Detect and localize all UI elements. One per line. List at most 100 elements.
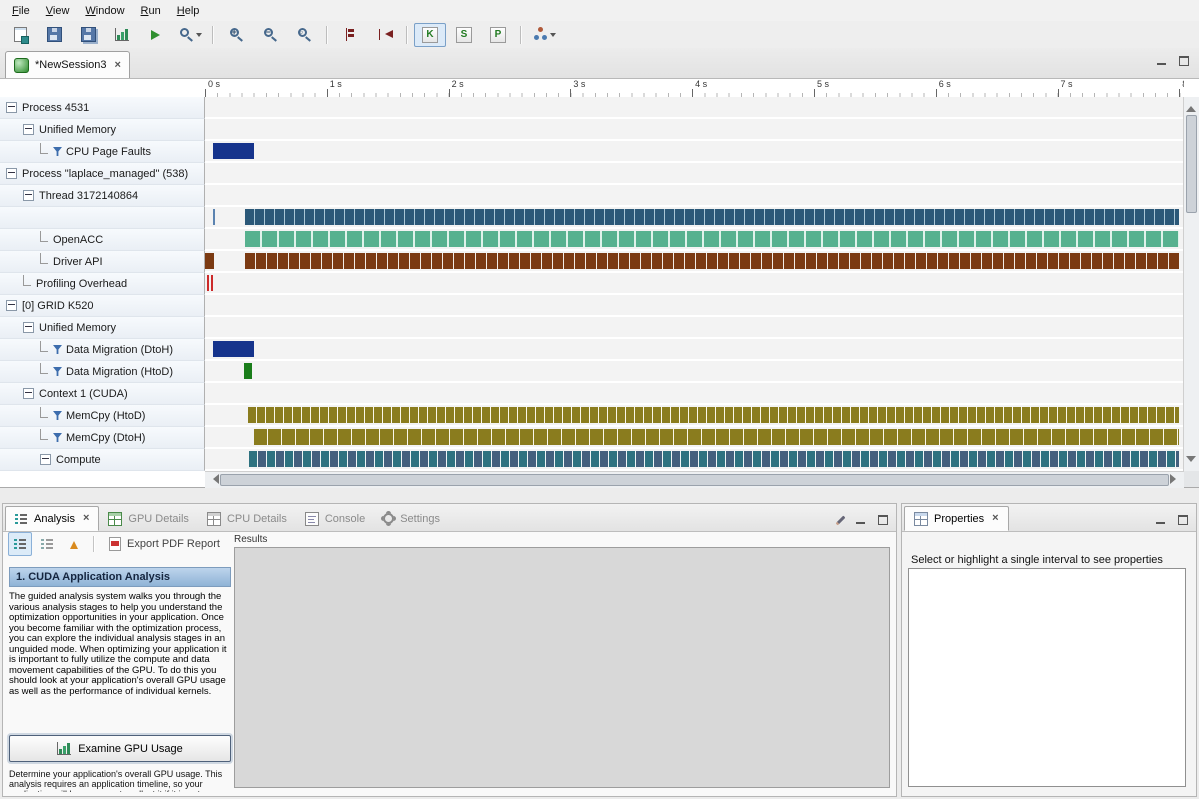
chart-button[interactable]: [106, 23, 138, 47]
close-icon[interactable]: [990, 513, 998, 524]
timeline-row-label[interactable]: Driver API: [0, 251, 205, 273]
collapse-toggle-icon[interactable]: [23, 388, 34, 399]
scroll-down-icon[interactable]: [1186, 456, 1196, 467]
new-session-button[interactable]: [4, 23, 36, 47]
close-icon[interactable]: [113, 60, 121, 71]
back-button[interactable]: [62, 532, 86, 556]
timeline-row-label[interactable]: Process "laplace_managed" (538): [0, 163, 205, 185]
timeline-row-label[interactable]: Unified Memory: [0, 317, 205, 339]
menu-item-file[interactable]: File: [4, 3, 38, 19]
next-marker-button[interactable]: [334, 23, 366, 47]
tab-session[interactable]: *NewSession3: [5, 51, 130, 78]
view-menu-icon[interactable]: [836, 515, 846, 525]
minimize-icon[interactable]: [1155, 55, 1169, 67]
timeline-row-label[interactable]: Thread 3172140864: [0, 185, 205, 207]
timeline-row-label[interactable]: Unified Memory: [0, 119, 205, 141]
collapse-toggle-icon[interactable]: [6, 102, 17, 113]
guided-analysis-button[interactable]: [8, 532, 32, 556]
zoom-out-button[interactable]: −: [254, 23, 286, 47]
search-settings-button[interactable]: [174, 23, 206, 47]
vertical-scroll-thumb[interactable]: [1186, 115, 1197, 213]
scroll-up-icon[interactable]: [1186, 101, 1196, 112]
timeline-interval[interactable]: [213, 209, 215, 225]
timeline-row-label[interactable]: CPU Page Faults: [0, 141, 205, 163]
unguided-analysis-button[interactable]: [35, 532, 59, 556]
timeline-track[interactable]: [205, 119, 1184, 141]
collapse-toggle-icon[interactable]: [6, 168, 17, 179]
timeline-interval[interactable]: [245, 253, 1179, 269]
export-pdf-button[interactable]: Export PDF Report: [102, 535, 227, 553]
timeline-track[interactable]: [205, 339, 1184, 361]
collapse-toggle-icon[interactable]: [6, 300, 17, 311]
timeline-track[interactable]: [205, 207, 1184, 229]
maximize-icon[interactable]: [876, 514, 890, 526]
timeline-row-label[interactable]: Compute: [0, 449, 205, 471]
vertical-scrollbar[interactable]: [1183, 97, 1199, 471]
timeline-row-label[interactable]: OpenACC: [0, 229, 205, 251]
timeline-row-label[interactable]: Data Migration (DtoH): [0, 339, 205, 361]
timeline-interval[interactable]: [205, 253, 214, 269]
timeline-row-label[interactable]: MemCpy (HtoD): [0, 405, 205, 427]
scroll-right-icon[interactable]: [1170, 474, 1181, 484]
pc-p-button[interactable]: P: [482, 23, 514, 47]
timeline-interval[interactable]: [254, 429, 1179, 445]
collapse-toggle-icon[interactable]: [23, 190, 34, 201]
timeline-interval[interactable]: [213, 143, 254, 159]
tab-cpu-details[interactable]: CPU Details: [198, 506, 296, 531]
timeline-interval[interactable]: [245, 231, 1179, 247]
timeline-track[interactable]: [205, 295, 1184, 317]
run-analysis-button[interactable]: [528, 23, 560, 47]
maximize-icon[interactable]: [1177, 55, 1191, 67]
timeline-interval[interactable]: [244, 363, 252, 379]
timeline-interval[interactable]: [211, 275, 213, 291]
timeline-track[interactable]: [205, 97, 1184, 119]
tab-properties[interactable]: Properties: [904, 506, 1009, 531]
timeline-row-label[interactable]: Context 1 (CUDA): [0, 383, 205, 405]
timeline-interval[interactable]: [245, 209, 1179, 225]
timeline-interval[interactable]: [248, 407, 1180, 423]
close-icon[interactable]: [81, 513, 89, 524]
collapse-toggle-icon[interactable]: [23, 124, 34, 135]
prev-marker-button[interactable]: [368, 23, 400, 47]
scroll-left-icon[interactable]: [208, 474, 219, 484]
tab-gpu-details[interactable]: GPU Details: [99, 506, 198, 531]
collapse-toggle-icon[interactable]: [23, 322, 34, 333]
timeline-interval[interactable]: [207, 275, 209, 291]
timeline-row-label[interactable]: [0, 207, 205, 229]
maximize-icon[interactable]: [1176, 514, 1190, 526]
timeline-row-label[interactable]: Profiling Overhead: [0, 273, 205, 295]
menu-item-run[interactable]: Run: [133, 3, 169, 19]
save-button[interactable]: [38, 23, 70, 47]
timeline-row-label[interactable]: [0] GRID K520: [0, 295, 205, 317]
horizontal-scroll-thumb[interactable]: [220, 474, 1169, 486]
examine-gpu-usage-button[interactable]: Examine GPU Usage: [9, 735, 231, 762]
timeline-row-label[interactable]: Data Migration (HtoD): [0, 361, 205, 383]
timeline-track[interactable]: [205, 449, 1184, 471]
timeline-interval[interactable]: [213, 341, 254, 357]
timeline-track[interactable]: [205, 317, 1184, 339]
timeline-row-label[interactable]: Process 4531: [0, 97, 205, 119]
save-all-button[interactable]: [72, 23, 104, 47]
timeline-track[interactable]: [205, 361, 1184, 383]
tab-settings[interactable]: Settings: [374, 506, 449, 531]
timeline-row-label[interactable]: MemCpy (DtoH): [0, 427, 205, 449]
menu-item-view[interactable]: View: [38, 3, 78, 19]
source-s-button[interactable]: S: [448, 23, 480, 47]
menu-item-window[interactable]: Window: [77, 3, 132, 19]
zoom-in-button[interactable]: +: [220, 23, 252, 47]
timeline-track[interactable]: [205, 141, 1184, 163]
timeline-track[interactable]: [205, 163, 1184, 185]
timeline-ruler[interactable]: 0 s1 s2 s3 s4 s5 s6 s7 s8 s: [205, 78, 1184, 98]
timeline-track[interactable]: [205, 251, 1184, 273]
export-button[interactable]: [140, 23, 172, 47]
timeline-interval[interactable]: [249, 451, 1180, 467]
timeline-track[interactable]: [205, 405, 1184, 427]
timeline-track[interactable]: [205, 427, 1184, 449]
tab-analysis[interactable]: Analysis: [5, 506, 99, 531]
kernel-k-button[interactable]: K: [414, 23, 446, 47]
collapse-toggle-icon[interactable]: [40, 454, 51, 465]
timeline-track[interactable]: [205, 229, 1184, 251]
timeline-track[interactable]: [205, 273, 1184, 295]
menu-item-help[interactable]: Help: [169, 3, 208, 19]
horizontal-scrollbar[interactable]: [205, 471, 1184, 488]
